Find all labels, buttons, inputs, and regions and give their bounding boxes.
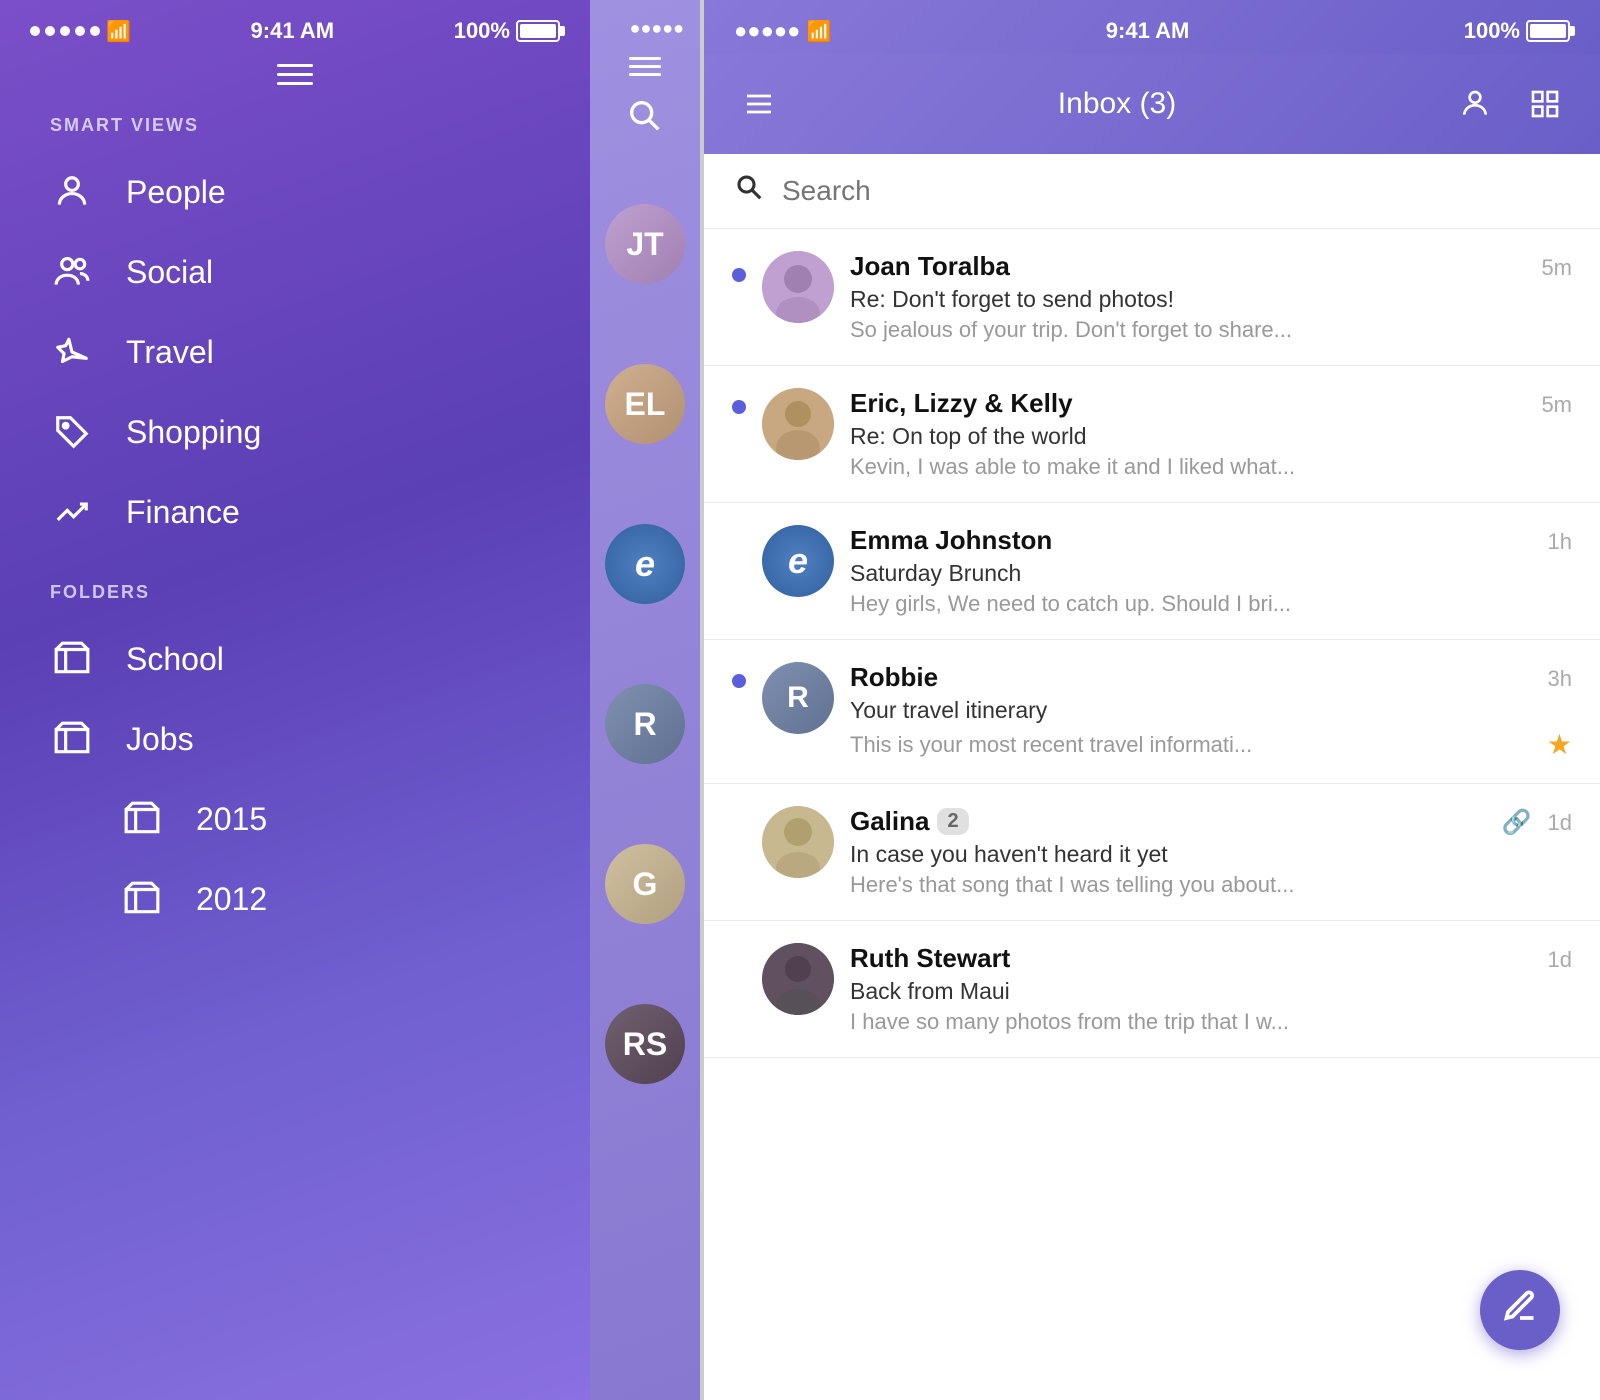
nav-2015-label: 2015 [196,801,267,838]
email-list: Joan Toralba 5m Re: Don't forget to send… [704,229,1600,1400]
nav-social[interactable]: Social [0,232,590,312]
time-ruth: 1d [1548,947,1572,973]
grid-icon[interactable] [1520,79,1570,129]
avatar-emma: e [762,525,834,597]
nav-travel[interactable]: Travel [0,312,590,392]
time-emma: 1h [1548,529,1572,555]
sender-galina: Galina [850,806,929,837]
nav-shopping[interactable]: Shopping [0,392,590,472]
email-item-joan[interactable]: Joan Toralba 5m Re: Don't forget to send… [704,229,1600,366]
time-left: 9:41 AM [251,18,335,44]
email-content-emma: Emma Johnston 1h Saturday Brunch Hey gir… [850,525,1572,617]
preview-robbie: This is your most recent travel informat… [850,732,1547,758]
nav-shopping-label: Shopping [126,414,261,451]
right-phone: ●●●●● 📶 9:41 AM 100% Inbox (3) [704,0,1600,1400]
nav-2012[interactable]: 2012 [0,859,590,939]
folder-school-icon [50,637,94,681]
preview-ruth: I have so many photos from the trip that… [850,1009,1572,1035]
folder-jobs-icon [50,717,94,761]
folder-2015-icon [120,797,164,841]
search-input[interactable] [782,175,1570,207]
hamburger-left[interactable] [277,64,313,85]
person-icon [50,170,94,214]
sender-eric: Eric, Lizzy & Kelly [850,388,1073,419]
avatar-galina [762,806,834,878]
email-content-robbie: Robbie 3h Your travel itinerary This is … [850,662,1572,761]
time-galina: 1d [1548,810,1572,836]
nav-social-label: Social [126,254,213,291]
email-content-joan: Joan Toralba 5m Re: Don't forget to send… [850,251,1572,343]
sender-joan: Joan Toralba [850,251,1010,282]
email-content-ruth: Ruth Stewart 1d Back from Maui I have so… [850,943,1572,1035]
middle-avatar-list: JT EL e R G RS [590,164,700,1124]
preview-emma: Hey girls, We need to catch up. Should I… [850,591,1572,617]
nav-2012-label: 2012 [196,881,267,918]
subject-galina: In case you haven't heard it yet [850,841,1572,868]
folders-label: FOLDERS [0,572,590,619]
inbox-header: Inbox (3) [704,54,1600,154]
wifi-icon-left: 📶 [106,19,131,44]
sender-ruth: Ruth Stewart [850,943,1010,974]
subject-emma: Saturday Brunch [850,560,1572,587]
left-phone: 📶 9:41 AM 100% SMART VIEWS People Social [0,0,590,1400]
middle-status: ●●●●● [590,0,700,49]
email-item-robbie[interactable]: R Robbie 3h Your travel itinerary This i… [704,640,1600,784]
nav-finance-label: Finance [126,494,240,531]
nav-2015[interactable]: 2015 [0,779,590,859]
attachment-galina: 🔗 [1502,808,1532,837]
email-item-galina[interactable]: Galina 2 🔗 1d In case you haven't heard … [704,784,1600,921]
subject-ruth: Back from Maui [850,978,1572,1005]
nav-people-label: People [126,174,226,211]
folder-2012-icon [120,877,164,921]
avatar-robbie: R [762,662,834,734]
search-icon [734,172,764,210]
email-content-galina: Galina 2 🔗 1d In case you haven't heard … [850,806,1572,898]
preview-eric: Kevin, I was able to make it and I liked… [850,454,1572,480]
avatar-ruth [762,943,834,1015]
email-item-ruth[interactable]: Ruth Stewart 1d Back from Maui I have so… [704,921,1600,1058]
sender-emma: Emma Johnston [850,525,1052,556]
inbox-title: Inbox (3) [804,87,1430,121]
time-joan: 5m [1541,255,1572,281]
hamburger-right[interactable] [734,79,784,129]
search-bar [704,154,1600,229]
profile-icon[interactable] [1450,79,1500,129]
nav-travel-label: Travel [126,334,214,371]
battery-left: 100% [454,18,560,44]
star-robbie: ★ [1547,728,1572,761]
compose-icon [1502,1288,1538,1332]
avatar-joan [762,251,834,323]
badge-galina: 2 [937,808,968,835]
plane-icon [50,330,94,374]
subject-eric: Re: On top of the world [850,423,1572,450]
tag-icon [50,410,94,454]
middle-phone-panel: ●●●●● JT EL e R G RS [590,0,700,1400]
nav-jobs[interactable]: Jobs [0,699,590,779]
avatar-eric [762,388,834,460]
nav-jobs-label: Jobs [126,721,194,758]
subject-robbie: Your travel itinerary [850,697,1572,724]
email-content-eric: Eric, Lizzy & Kelly 5m Re: On top of the… [850,388,1572,480]
people-icon [50,250,94,294]
nav-people[interactable]: People [0,152,590,232]
sender-robbie: Robbie [850,662,938,693]
email-item-emma[interactable]: e Emma Johnston 1h Saturday Brunch Hey g… [704,503,1600,640]
subject-joan: Re: Don't forget to send photos! [850,286,1572,313]
time-eric: 5m [1541,392,1572,418]
preview-galina: Here's that song that I was telling you … [850,872,1572,898]
trending-icon [50,490,94,534]
nav-finance[interactable]: Finance [0,472,590,552]
nav-school[interactable]: School [0,619,590,699]
nav-school-label: School [126,641,224,678]
status-bar-right: ●●●●● 📶 9:41 AM 100% [704,0,1600,54]
search-icon-middle [590,84,700,144]
status-bar-left: 📶 9:41 AM 100% [0,0,590,54]
preview-joan: So jealous of your trip. Don't forget to… [850,317,1572,343]
email-item-eric[interactable]: Eric, Lizzy & Kelly 5m Re: On top of the… [704,366,1600,503]
time-right: 9:41 AM [1106,18,1190,44]
time-robbie: 3h [1548,666,1572,692]
compose-fab[interactable] [1480,1270,1560,1350]
smart-views-label: SMART VIEWS [0,105,590,152]
